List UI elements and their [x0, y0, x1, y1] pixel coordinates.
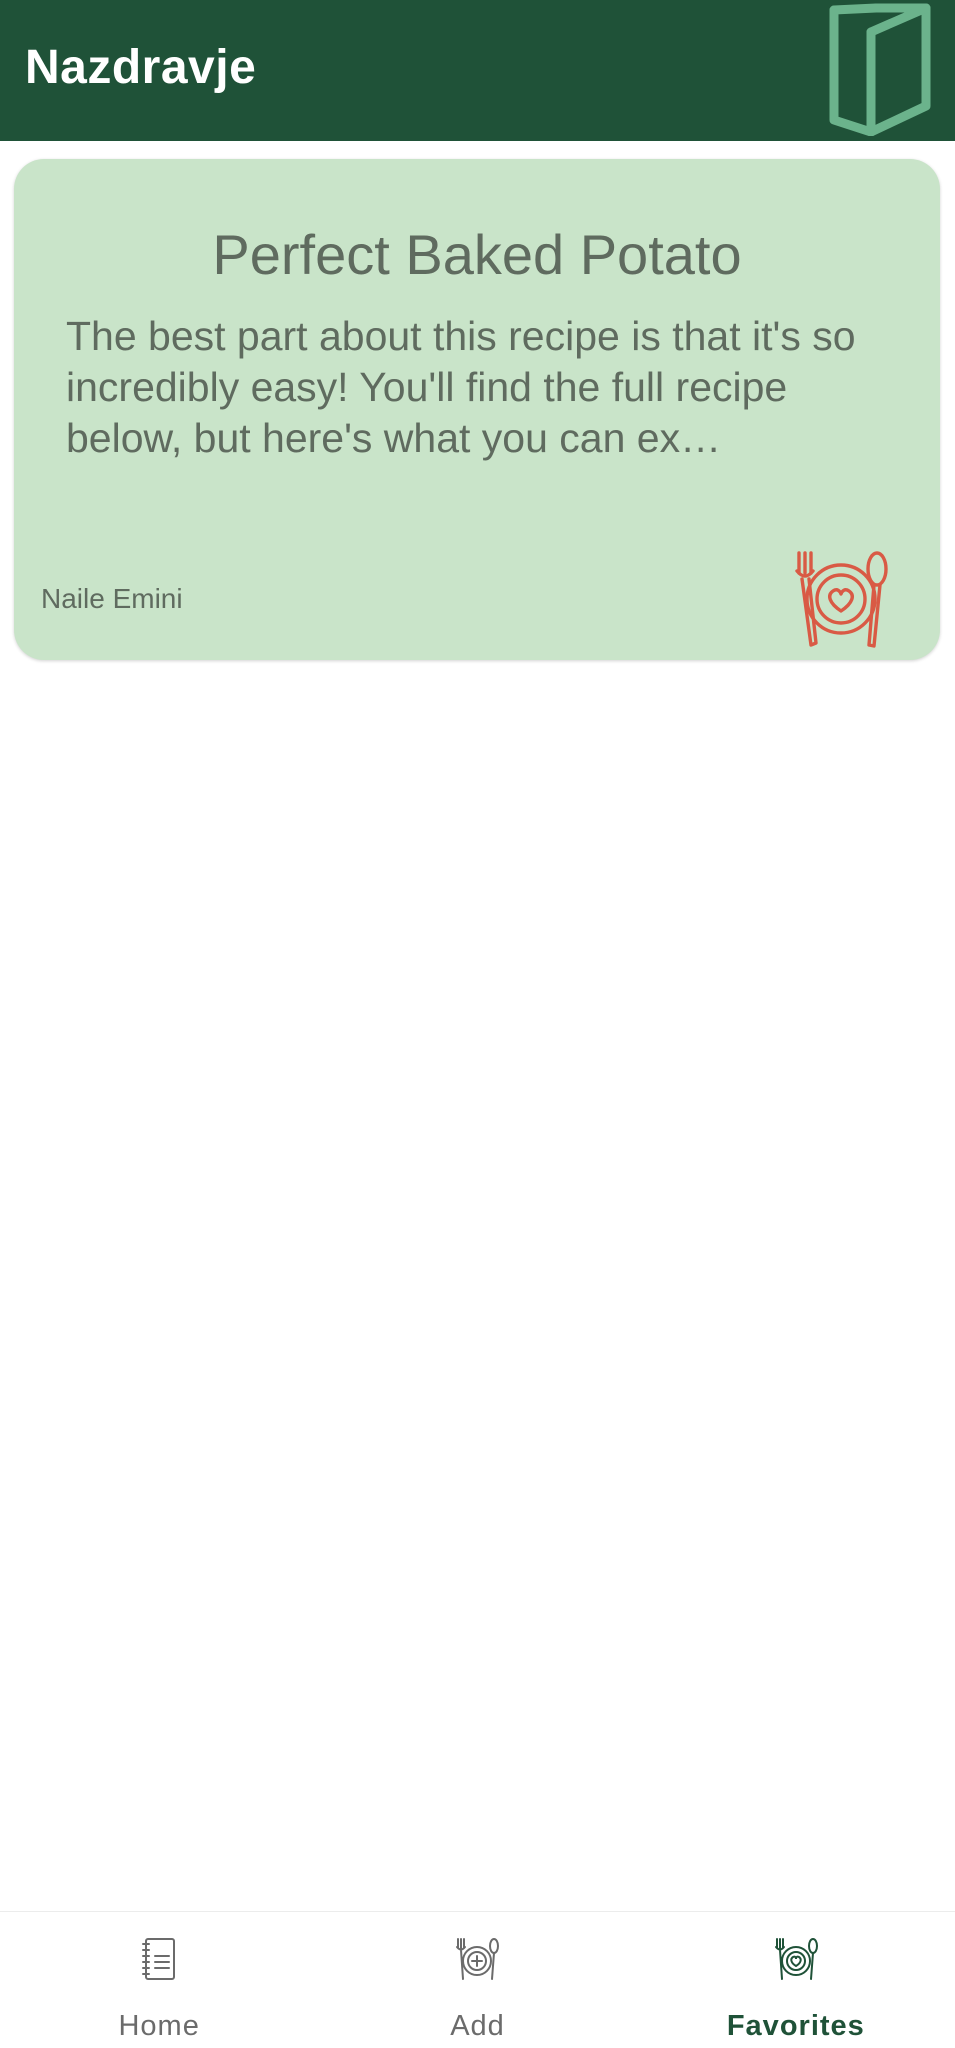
- nav-item-home[interactable]: Home: [0, 1912, 318, 2048]
- plate-heart-icon: [774, 1938, 818, 1980]
- nav-item-add[interactable]: Add: [318, 1912, 636, 2048]
- bottom-navigation: Home Add Favorites: [0, 1911, 955, 2048]
- plate-heart-icon: [795, 551, 888, 648]
- plate-plus-icon: [456, 1938, 500, 1980]
- book-icon: [829, 3, 931, 136]
- recipe-author: Naile Emini: [41, 583, 183, 614]
- nav-label-add: Add: [450, 2010, 505, 2042]
- notebook-icon: [142, 1938, 176, 1980]
- book-button[interactable]: [826, 2, 936, 136]
- top-app-bar: Nazdravje: [0, 0, 955, 141]
- app-title: Nazdravje: [25, 41, 257, 94]
- app-root: Nazdravje Perfect Baked Potato The best …: [0, 0, 955, 2048]
- nav-item-favorites[interactable]: Favorites: [637, 1912, 955, 2048]
- nav-label-home: Home: [118, 2010, 200, 2042]
- recipe-title: Perfect Baked Potato: [212, 223, 742, 286]
- recipe-card[interactable]: Perfect Baked Potato The best part about…: [14, 159, 940, 660]
- nav-label-favorites: Favorites: [726, 2010, 865, 2042]
- recipe-description: The best part about this recipe is that …: [66, 313, 856, 461]
- favorite-toggle[interactable]: [789, 547, 894, 652]
